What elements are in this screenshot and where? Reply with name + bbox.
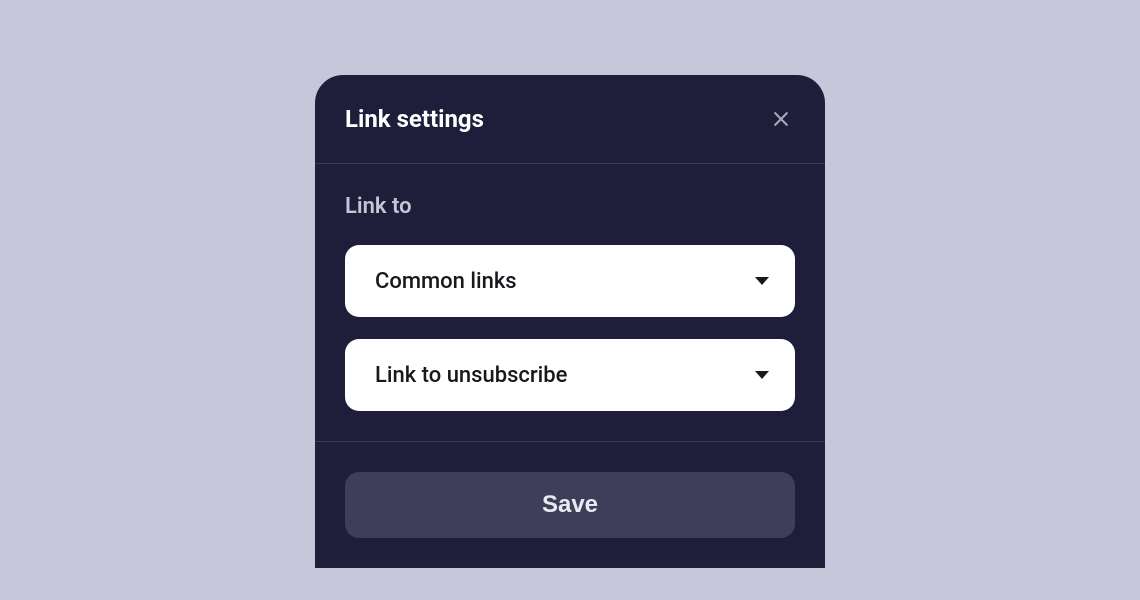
modal-title: Link settings (345, 105, 484, 133)
link-settings-modal: Link settings Link to Common links Link … (315, 75, 825, 568)
link-type-value: Common links (375, 269, 517, 294)
modal-body: Link to Common links Link to unsubscribe (315, 164, 825, 442)
chevron-down-icon (755, 277, 769, 285)
close-icon (771, 109, 791, 129)
chevron-down-icon (755, 371, 769, 379)
modal-footer: Save (315, 442, 825, 568)
modal-header: Link settings (315, 75, 825, 164)
link-to-label: Link to (345, 194, 795, 219)
save-button[interactable]: Save (345, 472, 795, 538)
link-target-select[interactable]: Link to unsubscribe (345, 339, 795, 411)
link-target-value: Link to unsubscribe (375, 363, 567, 388)
link-type-select[interactable]: Common links (345, 245, 795, 317)
close-button[interactable] (767, 105, 795, 133)
